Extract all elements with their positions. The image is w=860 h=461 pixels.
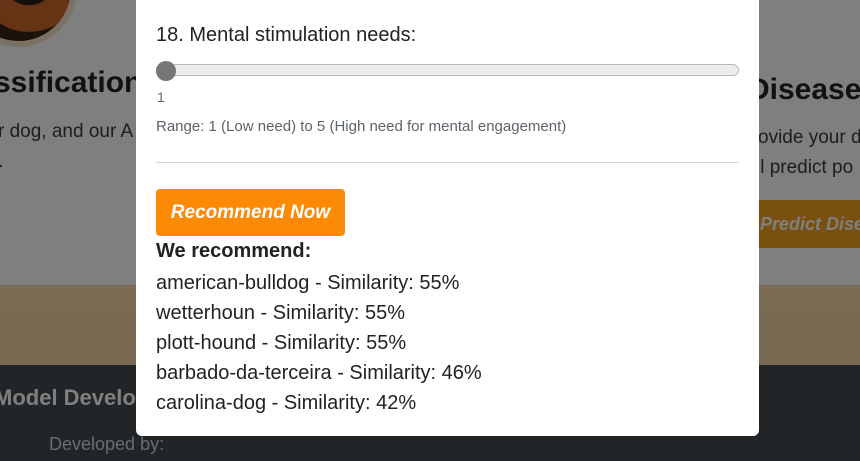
result-item: wetterhoun - Similarity: 55% [156,302,405,324]
results-list: american-bulldog - Similarity: 55% wette… [156,268,482,418]
results-heading: We recommend: [156,240,312,262]
result-item: barbado-da-terceira - Similarity: 46% [156,362,482,384]
mental-stimulation-slider[interactable] [156,64,739,76]
range-hint: Range: 1 (Low need) to 5 (High need for … [156,118,567,135]
result-item: plott-hound - Similarity: 55% [156,332,407,354]
result-item: american-bulldog - Similarity: 55% [156,272,460,294]
question-label: 18. Mental stimulation needs: [156,24,417,46]
slider-value: 1 [157,89,165,105]
recommend-now-button[interactable]: Recommend Now [156,189,345,236]
divider [156,162,739,163]
recommendation-modal: 18. Mental stimulation needs: 1 Range: 1… [136,0,759,436]
result-item: carolina-dog - Similarity: 42% [156,392,417,414]
slider-thumb[interactable] [156,61,176,81]
